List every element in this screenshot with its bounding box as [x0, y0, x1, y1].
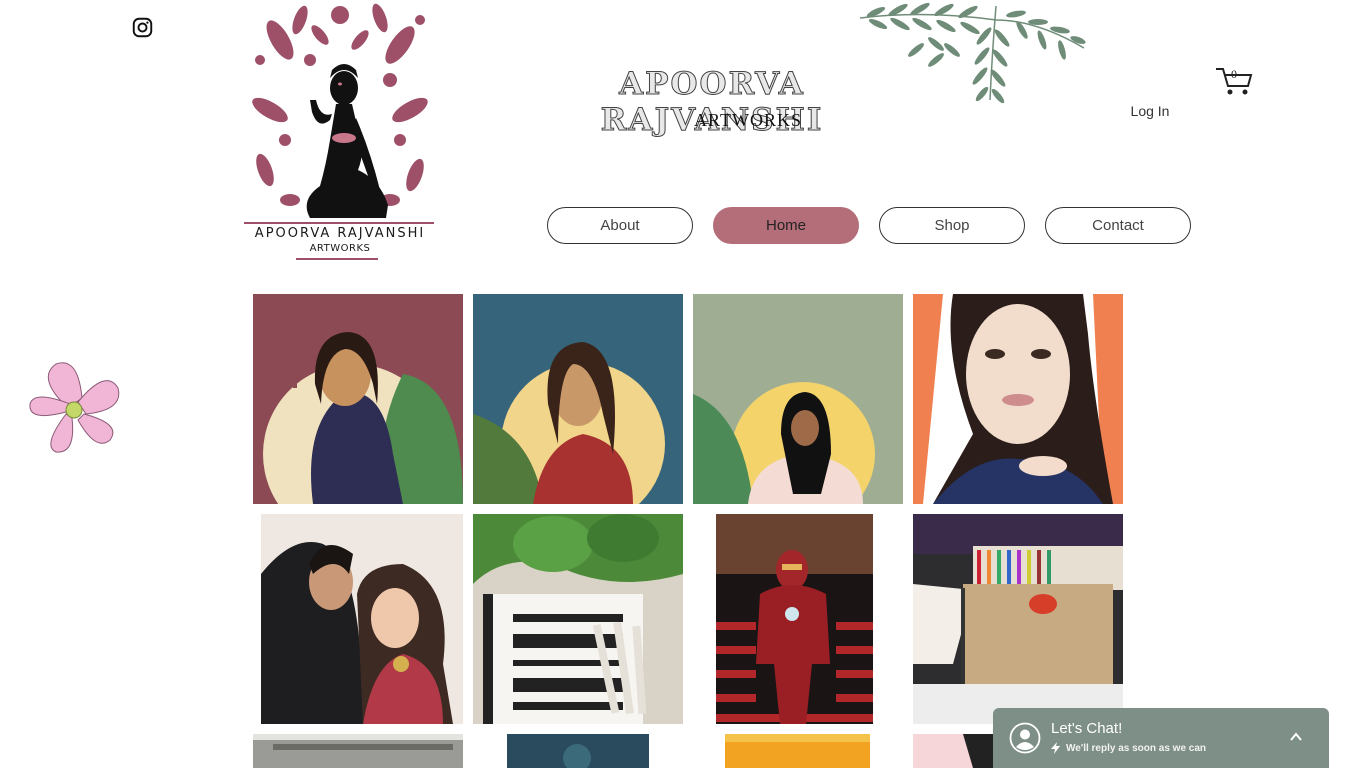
login-link[interactable]: Log In [1120, 103, 1180, 119]
nav-shop[interactable]: Shop [879, 207, 1025, 244]
gallery-tile[interactable] [473, 294, 683, 504]
logo-title: APOORVA RAJVANSHI [254, 226, 426, 241]
gallery-tile[interactable] [725, 734, 870, 768]
gallery-tile[interactable] [716, 514, 873, 724]
chat-widget[interactable]: Let's Chat! We'll reply as soon as we ca… [993, 708, 1329, 768]
site-subtitle: ARTWORKS [694, 110, 802, 130]
gallery-tile[interactable] [253, 514, 463, 724]
flower-decoration [26, 358, 124, 456]
nav-home[interactable]: Home [713, 207, 859, 244]
fern-decoration [856, 0, 1088, 106]
avatar-icon [1009, 722, 1041, 754]
chat-subtitle: We'll reply as soon as we can [1066, 743, 1207, 754]
gallery-tile[interactable] [507, 734, 649, 768]
logo-subtitle: ARTWORKS [309, 243, 371, 254]
chat-title: Let's Chat! [1051, 720, 1123, 737]
chevron-up-icon[interactable] [1289, 730, 1303, 744]
site-logo[interactable]: APOORVA RAJVANSHI ARTWORKS [240, 0, 440, 262]
nav-about[interactable]: About [547, 207, 693, 244]
cart-button[interactable]: 0 [1214, 64, 1254, 98]
lightning-icon [1051, 742, 1060, 754]
instagram-icon[interactable] [132, 17, 153, 38]
gallery-tile[interactable] [693, 294, 903, 504]
gallery-tile[interactable] [473, 514, 683, 724]
gallery-tile[interactable] [913, 294, 1123, 504]
nav-contact[interactable]: Contact [1045, 207, 1191, 244]
gallery-tile[interactable] [253, 734, 463, 768]
gallery-tile[interactable] [913, 734, 993, 768]
gallery-tile[interactable] [253, 294, 463, 504]
cart-count: 0 [1231, 67, 1237, 81]
gallery-tile[interactable] [913, 514, 1123, 724]
